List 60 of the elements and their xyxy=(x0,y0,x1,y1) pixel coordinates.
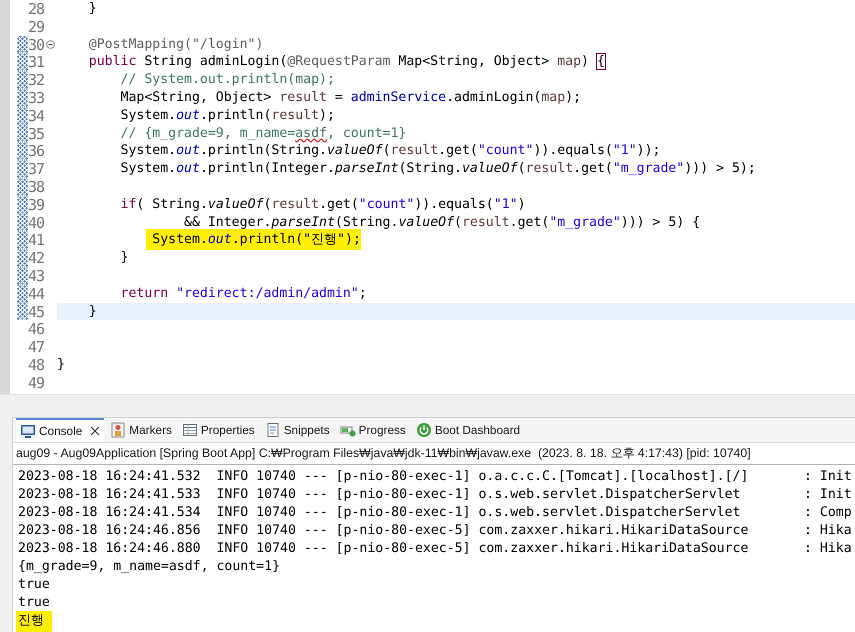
table-icon xyxy=(182,422,198,438)
line-number: 40 xyxy=(28,214,46,232)
console-line: true xyxy=(18,577,50,592)
code-line: && Integer.parseInt(String.valueOf(result.get("m_grade"))) > 5) { xyxy=(184,214,700,230)
console-line: 2023-08-18 16:24:46.856 INFO 10740 --- [p-nio-80-exec-5] com.zaxxer.hikari.HikariDataSource : Hika xyxy=(18,523,852,538)
line-number: 47 xyxy=(28,338,46,356)
code-line: @PostMapping("/login") xyxy=(88,36,264,52)
line-number: 43 xyxy=(28,266,46,285)
console-line: true xyxy=(18,595,50,610)
line-number: 34 xyxy=(28,106,46,125)
code-line: } xyxy=(88,304,97,319)
line-number: 35 xyxy=(28,124,46,142)
console-line: {m_grade=9, m_name=asdf, count=1} xyxy=(18,559,280,574)
view-tab[interactable]: Markers xyxy=(106,418,176,442)
clipboard-icon xyxy=(110,422,126,438)
line-number: 29 xyxy=(28,18,46,36)
view-tab[interactable]: Boot Dashboard xyxy=(412,418,524,442)
line-number: 36 xyxy=(28,142,46,160)
line-number: 31 xyxy=(28,53,46,72)
line-number: 38 xyxy=(28,178,46,196)
console-line: 2023-08-18 16:24:41.533 INFO 10740 --- [p-nio-80-exec-1] o.s.web.servlet.DispatcherServlet : Init xyxy=(18,487,852,502)
code-line: } xyxy=(57,356,65,372)
close-icon[interactable] xyxy=(90,426,100,436)
view-tab[interactable]: Snippets xyxy=(260,418,334,442)
code-line: System.out.println(result); xyxy=(120,108,335,123)
line-number: 45 xyxy=(28,302,46,320)
line-number: 46 xyxy=(28,320,46,338)
view-tab[interactable]: Properties xyxy=(178,418,259,442)
code-line: } xyxy=(120,250,128,266)
horizontal-scrollbar[interactable] xyxy=(0,394,855,417)
code-line: System.out.println(Integer.parseInt(String.valueOf(result.get("m_grade"))) > 5); xyxy=(120,161,756,176)
code-line: // {m_grade=9, m_name=asdf, count=1} xyxy=(120,126,406,141)
line-number: 39 xyxy=(28,196,46,214)
line-number: 30 xyxy=(28,36,46,54)
code-line: Map<String, Object> result = adminService.adminLogin(map); xyxy=(120,90,582,105)
code-line: } xyxy=(88,1,97,16)
line-number: 48 xyxy=(28,356,46,374)
view-tab[interactable]: Progress xyxy=(336,418,410,442)
console-line: 2023-08-18 16:24:41.534 INFO 10740 --- [p-nio-80-exec-1] o.s.web.servlet.DispatcherServlet : Comp xyxy=(18,505,852,520)
line-number: 44 xyxy=(28,284,46,303)
collapse-icon[interactable] xyxy=(46,40,55,49)
line-number: 42 xyxy=(28,249,46,267)
console-line: 2023-08-18 16:24:41.532 INFO 10740 --- [p-nio-80-exec-1] o.a.c.c.C.[Tomcat].[localhost].[/] : Init xyxy=(18,469,852,484)
power-icon xyxy=(416,422,432,438)
line-number: 37 xyxy=(28,160,46,178)
console-title: aug09 - Aug09Application [Spring Boot App] C:₩Program Files₩java₩jdk-11₩bin₩javaw.exe (2023. 8. 18. 오후 4:17:43) [pid: 10740] xyxy=(13,442,855,465)
code-line: return "redirect:/admin/admin"; xyxy=(120,286,367,301)
line-number: 32 xyxy=(28,71,46,89)
monitor-icon xyxy=(20,423,36,439)
line-number: 28 xyxy=(28,0,46,18)
console-line: 2023-08-18 16:24:46.880 INFO 10740 --- [p-nio-80-exec-5] com.zaxxer.hikari.HikariDataSource : Hika xyxy=(18,541,852,556)
code-line: if( String.valueOf(result.get("count")).equals("1") xyxy=(120,196,526,212)
line-number: 33 xyxy=(28,88,46,107)
document-icon xyxy=(264,422,281,438)
line-number: 41 xyxy=(28,231,46,250)
line-number: 49 xyxy=(28,374,46,392)
code-line: public String adminLogin(@RequestParam Map<String, Object> map) { xyxy=(88,54,605,70)
code-line: System.out.println(String.valueOf(result.get("count")).equals("1")); xyxy=(120,143,660,158)
view-tab[interactable]: Console xyxy=(16,418,104,442)
code-line: // System.out.println(map); xyxy=(120,72,335,88)
